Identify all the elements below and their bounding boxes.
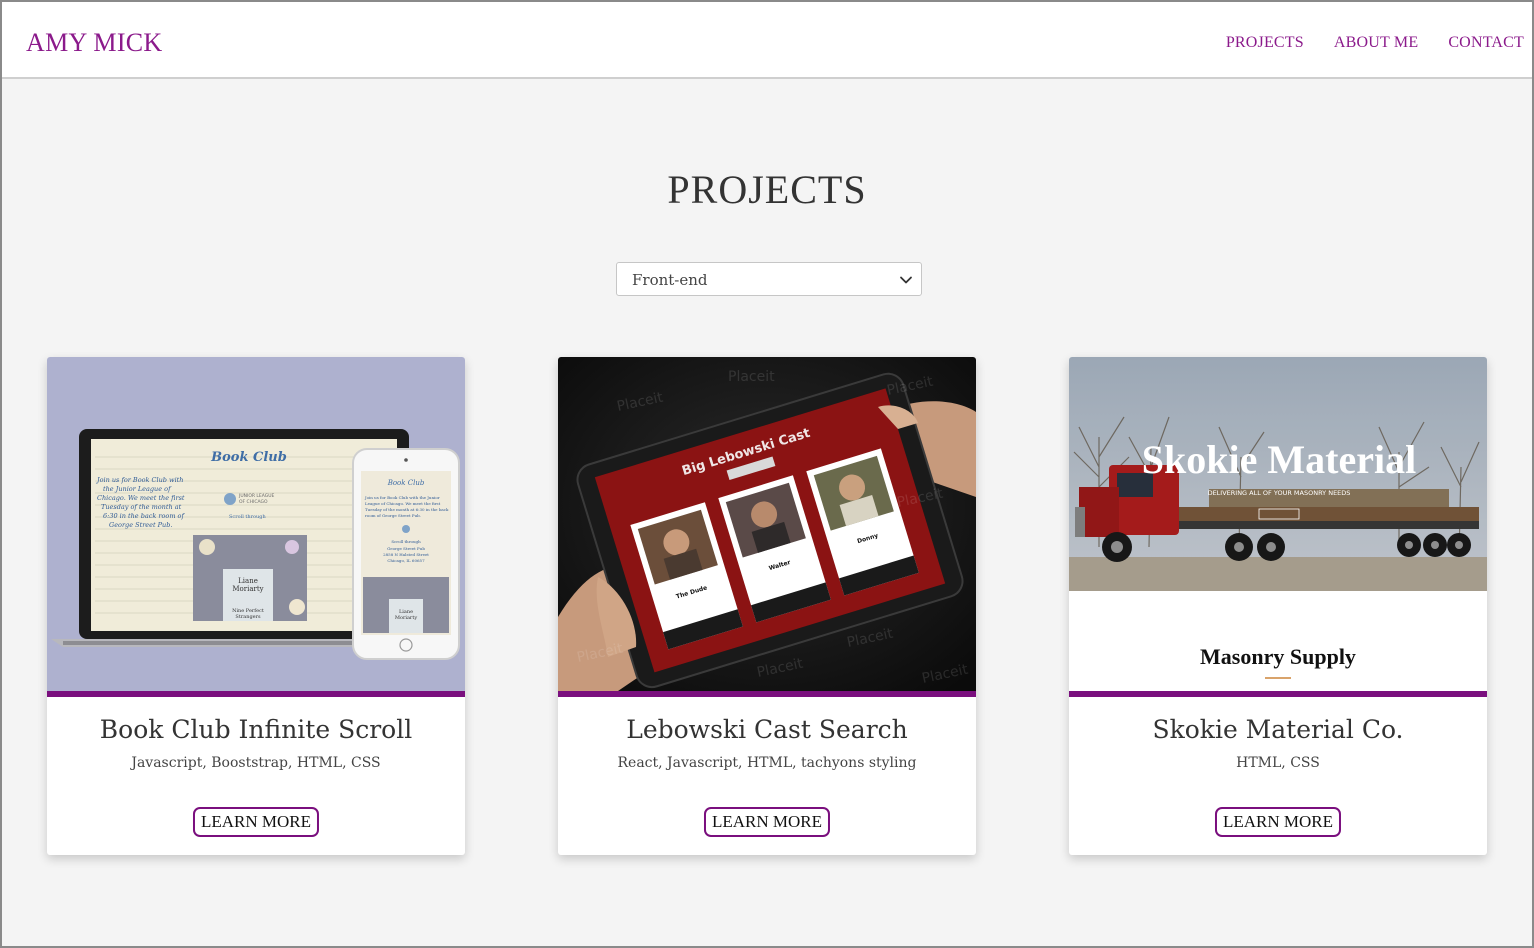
page-title: PROJECTS xyxy=(667,167,867,212)
svg-text:Liane: Liane xyxy=(238,577,258,585)
svg-text:Scroll through: Scroll through xyxy=(229,514,266,520)
svg-text:Strangers: Strangers xyxy=(235,614,261,620)
nav-link-projects[interactable]: PROJECTS xyxy=(1226,34,1304,52)
svg-text:the Junior League of: the Junior League of xyxy=(103,485,172,493)
watermark-text: Placeit xyxy=(728,369,775,385)
screen-title-text: Book Club xyxy=(210,450,287,465)
svg-text:Moriarty: Moriarty xyxy=(232,585,263,593)
learn-more-button[interactable]: LEARN MORE xyxy=(703,807,831,837)
card-accent-bar xyxy=(47,691,465,697)
svg-text:George Street Pub: George Street Pub xyxy=(387,546,425,551)
svg-text:Chicago. We meet the first: Chicago. We meet the first xyxy=(97,494,185,502)
project-image-lebowski[interactable]: Big Lebowski Cast The Dude Walter Donny … xyxy=(558,357,976,691)
card-tech-stack: React, Javascript, HTML, tachyons stylin… xyxy=(617,755,917,771)
card-tech-stack: Javascript, Booststrap, HTML, CSS xyxy=(131,755,381,771)
brand-logo-link[interactable]: AMY MICK xyxy=(26,28,163,58)
top-navbar: AMY MICK PROJECTS ABOUT ME CONTACT xyxy=(2,2,1532,79)
svg-text:room of George Street Pub.: room of George Street Pub. xyxy=(365,513,421,518)
page: AMY MICK PROJECTS ABOUT ME CONTACT PROJE… xyxy=(0,0,1534,948)
nav-link-about-me[interactable]: ABOUT ME xyxy=(1334,34,1418,52)
svg-text:Moriarty: Moriarty xyxy=(395,615,417,621)
card-title: Lebowski Cast Search xyxy=(626,715,908,744)
svg-text:Scroll through: Scroll through xyxy=(391,539,421,544)
svg-text:Tuesday of the month at 6:30 i: Tuesday of the month at 6:30 in the back xyxy=(365,507,449,512)
hero-title-text: Skokie Material xyxy=(1142,437,1416,482)
card-title: Skokie Material Co. xyxy=(1152,715,1404,744)
learn-more-button[interactable]: LEARN MORE xyxy=(192,807,320,837)
svg-text:Chicago, IL 60657: Chicago, IL 60657 xyxy=(387,558,425,563)
svg-text:Join us for Book Club with: Join us for Book Club with xyxy=(95,476,183,484)
category-select-value: Front-end xyxy=(632,271,708,289)
project-image-skokie[interactable]: Skokie Material DELIVERING ALL OF YOUR M… xyxy=(1069,357,1487,691)
hero-subtitle-text: DELIVERING ALL OF YOUR MASONRY NEEDS xyxy=(1208,489,1351,497)
chevron-down-icon xyxy=(900,276,912,284)
section-title-text: Masonry Supply xyxy=(1200,644,1356,669)
svg-text:Tuesday of the month at: Tuesday of the month at xyxy=(101,503,182,511)
svg-text:6:30 in the back room of: 6:30 in the back room of xyxy=(103,512,185,520)
svg-text:JUNIOR LEAGUE: JUNIOR LEAGUE xyxy=(238,493,275,499)
project-image-book-club[interactable]: Book Club Join us for Book Club with the… xyxy=(47,357,465,691)
card-tech-stack: HTML, CSS xyxy=(1236,755,1320,771)
nav-link-contact[interactable]: CONTACT xyxy=(1448,34,1524,52)
card-accent-bar xyxy=(1069,691,1487,697)
svg-text:League of Chicago. We meet the: League of Chicago. We meet the first xyxy=(365,501,441,506)
project-card-skokie: Skokie Material DELIVERING ALL OF YOUR M… xyxy=(1069,357,1487,855)
svg-text:OF CHICAGO: OF CHICAGO xyxy=(239,499,268,505)
card-accent-bar xyxy=(558,691,976,697)
learn-more-button[interactable]: LEARN MORE xyxy=(1214,807,1342,837)
project-card-lebowski: Big Lebowski Cast The Dude Walter Donny … xyxy=(558,357,976,855)
svg-text:George Street Pub.: George Street Pub. xyxy=(109,521,172,529)
svg-text:2858 N Halsted Street: 2858 N Halsted Street xyxy=(383,552,429,557)
svg-text:Join us for Book Club with the: Join us for Book Club with the Junior xyxy=(364,495,440,500)
nav-links: PROJECTS ABOUT ME CONTACT xyxy=(1226,34,1524,52)
phone-title-text: Book Club xyxy=(387,479,425,487)
card-title: Book Club Infinite Scroll xyxy=(99,715,413,744)
project-card-book-club: Book Club Join us for Book Club with the… xyxy=(47,357,465,855)
category-select[interactable]: Front-end xyxy=(616,262,922,296)
